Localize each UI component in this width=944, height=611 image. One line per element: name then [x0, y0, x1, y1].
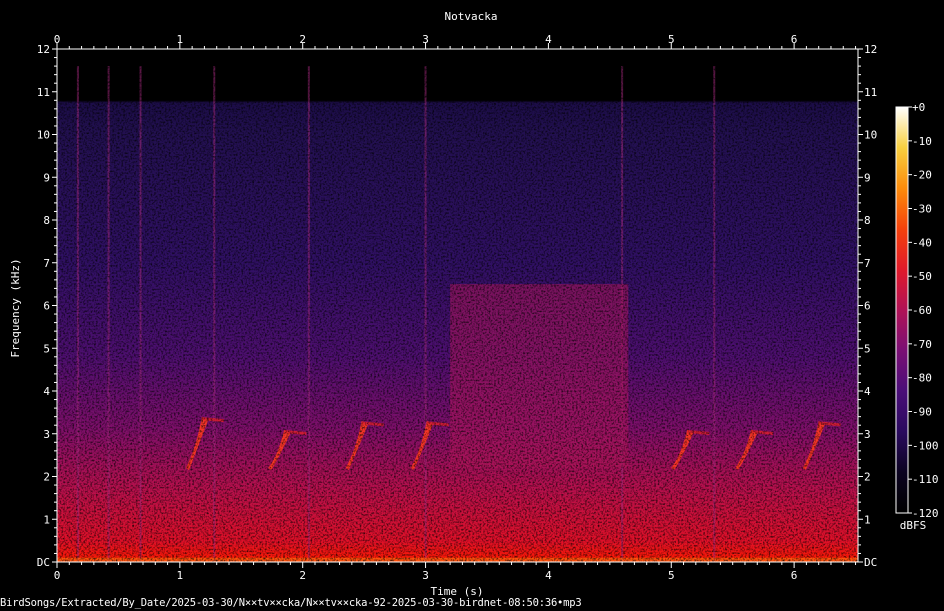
y-tick-label-left-8: 8 [43, 214, 50, 227]
x-tick-label-bottom-0: 0 [54, 569, 61, 582]
x-tick-label-top-3: 3 [422, 33, 429, 46]
spectrogram-chart: Notvacka 00112233445566DC DC1 12 23 34 45 56 67… [9, 10, 939, 598]
colorbar-tick-label-0: +0 [912, 101, 925, 114]
y-tick-label-right-8: 8 [864, 214, 871, 227]
x-tick-label-bottom-6: 6 [791, 569, 798, 582]
y-tick-label-left-10: 10 [37, 129, 50, 142]
spectrogram-noise [57, 49, 858, 562]
y-tick-label-left-5: 5 [43, 342, 50, 355]
y-tick-label-left-4: 4 [43, 385, 50, 398]
colorbar-tick-label-10: -100 [912, 439, 939, 452]
x-tick-label-top-6: 6 [791, 33, 798, 46]
y-tick-label-right-4: 4 [864, 385, 871, 398]
colorbar-ticks: +0-10-20-30-40-50-60-70-80-90-100-110-12… [908, 101, 939, 520]
y-tick-label-right-1: 1 [864, 513, 871, 526]
x-tick-label-bottom-3: 3 [422, 569, 429, 582]
y-tick-label-left-11: 11 [37, 86, 50, 99]
y-tick-label-right-11: 11 [864, 86, 877, 99]
y-tick-label-left-0: DC [37, 556, 50, 569]
y-tick-label-right-9: 9 [864, 171, 871, 184]
y-tick-label-right-2: 2 [864, 471, 871, 484]
colorbar: +0-10-20-30-40-50-60-70-80-90-100-110-12… [895, 101, 939, 532]
colorbar-tick-label-8: -80 [912, 372, 932, 385]
x-tick-label-top-1: 1 [177, 33, 184, 46]
x-tick-label-top-5: 5 [668, 33, 675, 46]
x-tick-label-top-0: 0 [54, 33, 61, 46]
y-tick-label-right-3: 3 [864, 428, 871, 441]
x-tick-label-bottom-1: 1 [177, 569, 184, 582]
y-tick-label-left-9: 9 [43, 171, 50, 184]
y-tick-label-left-12: 12 [37, 43, 50, 56]
colorbar-tick-label-4: -40 [912, 236, 932, 249]
y-tick-label-left-1: 1 [43, 513, 50, 526]
y-tick-label-left-3: 3 [43, 428, 50, 441]
x-tick-label-top-2: 2 [299, 33, 306, 46]
colorbar-gradient [895, 106, 909, 514]
chart-title: Notvacka [445, 10, 498, 23]
colorbar-tick-label-11: -110 [912, 473, 939, 486]
y-axis-label: Frequency (kHz) [9, 258, 22, 357]
colorbar-tick-label-7: -70 [912, 338, 932, 351]
y-tick-label-right-12: 12 [864, 43, 877, 56]
plot-area [56, 48, 859, 563]
x-tick-label-bottom-2: 2 [299, 569, 306, 582]
y-tick-label-left-7: 7 [43, 257, 50, 270]
y-tick-label-left-2: 2 [43, 471, 50, 484]
colorbar-tick-label-6: -60 [912, 304, 932, 317]
y-tick-label-right-0: DC [864, 556, 877, 569]
y-tick-label-right-7: 7 [864, 257, 871, 270]
y-tick-label-left-6: 6 [43, 300, 50, 313]
x-tick-label-top-4: 4 [545, 33, 552, 46]
y-tick-label-right-5: 5 [864, 342, 871, 355]
colorbar-tick-label-5: -50 [912, 270, 932, 283]
colorbar-tick-label-3: -30 [912, 203, 932, 216]
y-tick-label-right-6: 6 [864, 300, 871, 313]
colorbar-label: dBFS [900, 519, 927, 532]
colorbar-tick-label-9: -90 [912, 406, 932, 419]
x-tick-label-bottom-5: 5 [668, 569, 675, 582]
colorbar-tick-label-2: -20 [912, 169, 932, 182]
colorbar-tick-label-1: -10 [912, 135, 932, 148]
x-tick-label-bottom-4: 4 [545, 569, 552, 582]
file-path-footer: BirdSongs/Extracted/By_Date/2025-03-30/N… [0, 597, 582, 609]
y-tick-label-right-10: 10 [864, 129, 877, 142]
